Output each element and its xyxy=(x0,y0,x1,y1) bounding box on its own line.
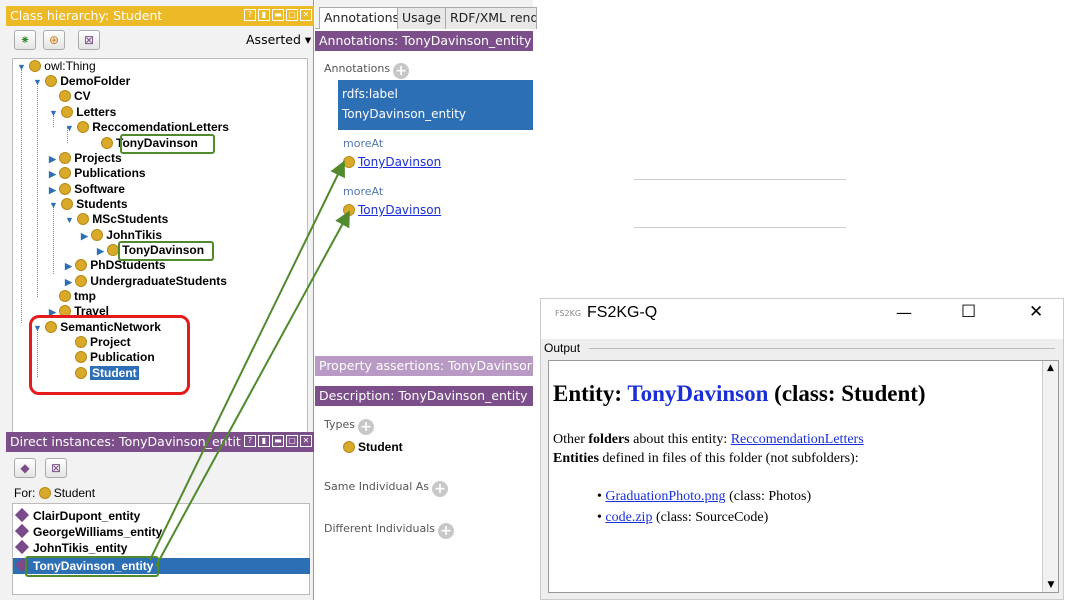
close-button[interactable]: ✕ xyxy=(1029,302,1043,322)
entity-heading: Entity: TonyDavinson (class: Student) xyxy=(553,381,926,406)
other-folders-line: Other folders about this entity: Reccome… xyxy=(553,432,864,447)
maximize-button[interactable]: ☐ xyxy=(961,302,976,322)
scroll-up-icon[interactable]: ▲ xyxy=(1043,361,1058,375)
file-link[interactable]: code.zip xyxy=(605,510,652,525)
entities-line: Entities defined in files of this folder… xyxy=(553,451,859,466)
file-link[interactable]: GraduationPhoto.png xyxy=(605,489,725,504)
app-icon: FS2KG xyxy=(555,309,582,318)
output-label: Output xyxy=(544,341,581,355)
minimize-button[interactable]: — xyxy=(896,303,912,322)
output-area[interactable]: Entity: TonyDavinson (class: Student) Ot… xyxy=(548,360,1059,593)
output-body: Output Entity: TonyDavinson (class: Stud… xyxy=(541,339,1063,599)
vertical-scrollbar[interactable]: ▲ ▼ xyxy=(1042,361,1058,592)
file-list-item: • code.zip (class: SourceCode) xyxy=(597,510,769,525)
scroll-down-icon[interactable]: ▼ xyxy=(1043,578,1059,592)
dialog-title: FS2KG-Q xyxy=(587,304,658,321)
green-arrows xyxy=(149,160,350,567)
fs2kg-dialog: FS2KG FS2KG-Q — ☐ ✕ Output Entity: TonyD… xyxy=(540,298,1064,600)
file-list-item: • GraduationPhoto.png (class: Photos) xyxy=(597,489,812,504)
folder-link[interactable]: ReccomendationLetters xyxy=(731,432,864,447)
